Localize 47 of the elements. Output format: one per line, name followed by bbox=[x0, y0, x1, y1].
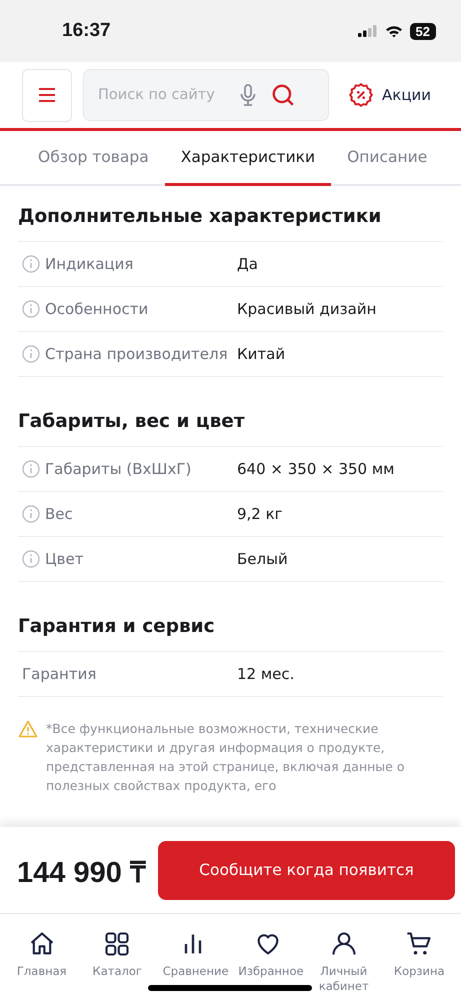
section-heading: Гарантия и сервис bbox=[18, 616, 216, 637]
info-icon[interactable] bbox=[22, 550, 40, 568]
spec-name: Габариты (ВхШхГ) bbox=[45, 459, 192, 480]
spec-value: Китай bbox=[237, 345, 286, 363]
price: 144 990 ₸ bbox=[17, 856, 146, 890]
discount-badge-icon bbox=[348, 82, 374, 108]
spec-value: Белый bbox=[237, 550, 288, 568]
info-icon[interactable] bbox=[22, 505, 40, 523]
status-time: 16:37 bbox=[62, 20, 111, 42]
spec-value: 640 × 350 × 350 мм bbox=[237, 460, 394, 478]
nav-item[interactable]: Корзина bbox=[382, 930, 456, 979]
spec-value: 12 мес. bbox=[237, 665, 294, 683]
info-icon[interactable] bbox=[22, 345, 40, 363]
tab[interactable]: Описание bbox=[331, 131, 444, 186]
tab[interactable]: Обзор товара bbox=[22, 131, 165, 186]
spec-name: Индикация bbox=[45, 254, 134, 275]
disclaimer-text: *Все функциональные возможности, технические характеристики и другая информация о продукте, представленная на этой странице, включая данные о полезных свойствах продукта, его bbox=[46, 720, 406, 795]
spec-name: Цвет bbox=[45, 549, 84, 570]
nav-item[interactable]: Сравнение bbox=[156, 930, 230, 979]
search-field[interactable]: Поиск по сайту bbox=[98, 87, 226, 103]
info-icon[interactable] bbox=[22, 460, 40, 478]
search-icon[interactable] bbox=[270, 82, 296, 108]
spec-name: Вес bbox=[45, 504, 74, 525]
info-icon[interactable] bbox=[22, 255, 40, 273]
spec-value: 9,2 кг bbox=[237, 505, 283, 523]
menu-icon bbox=[38, 87, 56, 103]
spec-value: Да bbox=[237, 255, 258, 273]
grid-icon bbox=[103, 930, 132, 958]
section-heading: Дополнительные характеристики bbox=[18, 206, 382, 227]
tab[interactable]: Характеристики bbox=[164, 131, 332, 186]
warning-icon bbox=[18, 720, 38, 738]
promo-link[interactable]: Акции bbox=[348, 82, 432, 108]
nav-item[interactable]: Главная bbox=[4, 930, 79, 979]
menu-button[interactable] bbox=[22, 68, 72, 122]
spec-name: Особенности bbox=[45, 299, 150, 320]
spec-name: Гарантия bbox=[22, 664, 98, 685]
notify-button[interactable]: Сообщите когда появится bbox=[158, 840, 455, 900]
nav-item[interactable]: Личный кабинет bbox=[306, 930, 381, 994]
nav-item[interactable]: Каталог bbox=[80, 930, 154, 979]
spec-name: Страна производителя bbox=[45, 344, 229, 365]
battery-indicator: 52 bbox=[410, 22, 436, 40]
info-icon[interactable] bbox=[22, 300, 40, 318]
spec-value: Красивый дизайн bbox=[237, 300, 376, 318]
nav-item[interactable]: Избранное bbox=[231, 930, 306, 979]
signal-icon bbox=[358, 25, 378, 37]
wifi-icon bbox=[384, 24, 403, 38]
section-heading: Габариты, вес и цвет bbox=[18, 411, 246, 432]
